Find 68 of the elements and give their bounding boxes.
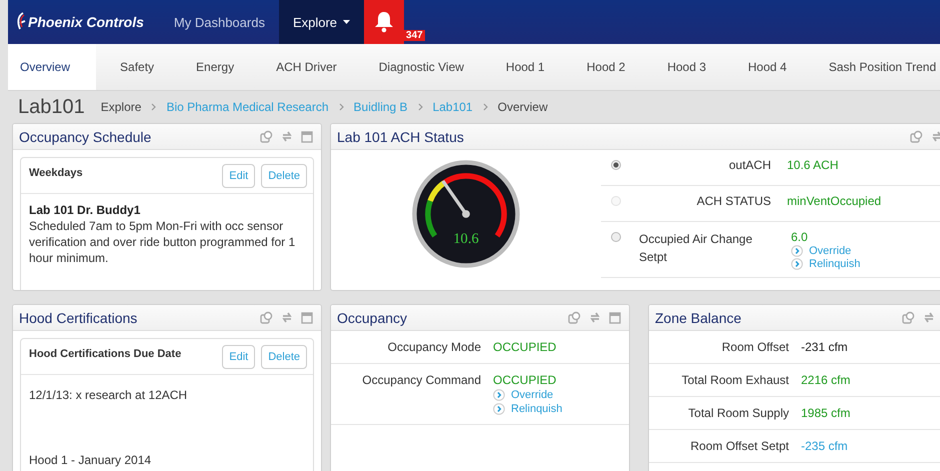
field-label: Total Room Supply: [687, 406, 790, 420]
panel-title: Zone Balance: [655, 310, 742, 326]
maximize-icon[interactable]: [609, 312, 621, 324]
tab[interactable]: Energy: [178, 44, 252, 90]
tab[interactable]: Diagnostic View: [360, 44, 482, 90]
field-value: -231 cfm: [801, 340, 848, 354]
nav-link[interactable]: Explore: [278, 0, 364, 44]
maximize-icon[interactable]: [301, 312, 313, 324]
field-value: minVentOccupied: [787, 194, 882, 208]
tab[interactable]: Safety: [102, 44, 172, 90]
field-value: 1985 cfm: [801, 406, 850, 420]
field-label: Occupancy Command: [361, 373, 482, 389]
chevron-right-icon: [338, 103, 344, 111]
breadcrumb-item: Overview: [498, 100, 548, 114]
chevron-right-icon: [418, 103, 423, 111]
nav-link[interactable]: My Dashboards: [160, 0, 279, 44]
chevron-right-icon: [482, 103, 488, 111]
maximize-icon[interactable]: [301, 130, 313, 142]
card-title: Hood Certifications Due Date: [29, 347, 182, 360]
field-label: outACH: [728, 158, 772, 174]
chevron-circle-icon: [791, 245, 803, 257]
field-label: Total Room Exhaust: [680, 373, 790, 387]
tab[interactable]: ACH Driver: [258, 44, 355, 90]
field-label: Room Offset Setpt: [690, 439, 790, 453]
panel-title: Occupancy: [337, 310, 408, 326]
field-value: OCCUPIED: [493, 340, 556, 354]
brand-name: Phoenix Controls: [28, 14, 144, 30]
brand-logo-icon: [16, 12, 26, 32]
schedule-heading: Lab 101 Dr. Buddy1: [29, 202, 142, 218]
panel-title: Hood Certifications: [19, 310, 138, 326]
field-value: 6.0: [791, 230, 809, 244]
breadcrumb-item: Explore: [100, 100, 142, 114]
panel-title: Occupancy Schedule: [19, 128, 152, 144]
field-label: Room Offset: [720, 340, 790, 354]
card-title: Weekdays: [29, 166, 83, 179]
radio-button[interactable]: [611, 160, 621, 170]
tab[interactable]: Sash Position Trend: [810, 44, 940, 90]
alerts-button[interactable]: [364, 0, 404, 44]
chevron-circle-icon: [493, 403, 505, 415]
field-label: ACH STATUS: [696, 194, 772, 210]
copy-icon[interactable]: [260, 130, 273, 143]
alert-count-badge: 347: [404, 30, 425, 41]
tab[interactable]: Overview: [8, 44, 96, 90]
field-value: OCCUPIED: [493, 373, 558, 387]
copy-icon[interactable]: [568, 311, 581, 324]
copy-icon[interactable]: [910, 130, 923, 143]
tab[interactable]: Hood 4: [730, 44, 805, 90]
chevron-right-icon: [151, 103, 156, 111]
field-label: Occupancy Mode: [386, 340, 482, 354]
certification-note: Hood 1 - January 2014: [29, 452, 152, 468]
field-value: 10.6 ACH: [787, 158, 838, 172]
chevron-circle-icon: [791, 258, 803, 270]
bell-icon: [374, 11, 394, 33]
panel-title: Lab 101 ACH Status: [337, 128, 464, 144]
page-title: Lab101: [18, 96, 85, 118]
schedule-description: Scheduled 7am to 5pm Mon-Fri with occ sensor verification and over ride button programmed for 1 hour minimum.: [29, 218, 296, 266]
certification-note: 12/1/13: x research at 12ACH: [29, 387, 188, 403]
field-value: 2216 cfm: [801, 373, 850, 387]
ach-gauge: 10.6: [410, 158, 522, 270]
field-label: Occupied Air Change Setpt: [638, 231, 754, 266]
field-value: -235 cfm: [801, 439, 848, 453]
tab[interactable]: Hood 3: [649, 44, 724, 90]
chevron-circle-icon: [493, 389, 505, 401]
tab[interactable]: Hood 1: [488, 44, 563, 90]
copy-icon[interactable]: [902, 311, 915, 324]
radio-button[interactable]: [611, 232, 621, 242]
tab[interactable]: Hood 2: [568, 44, 644, 90]
copy-icon[interactable]: [260, 311, 273, 324]
